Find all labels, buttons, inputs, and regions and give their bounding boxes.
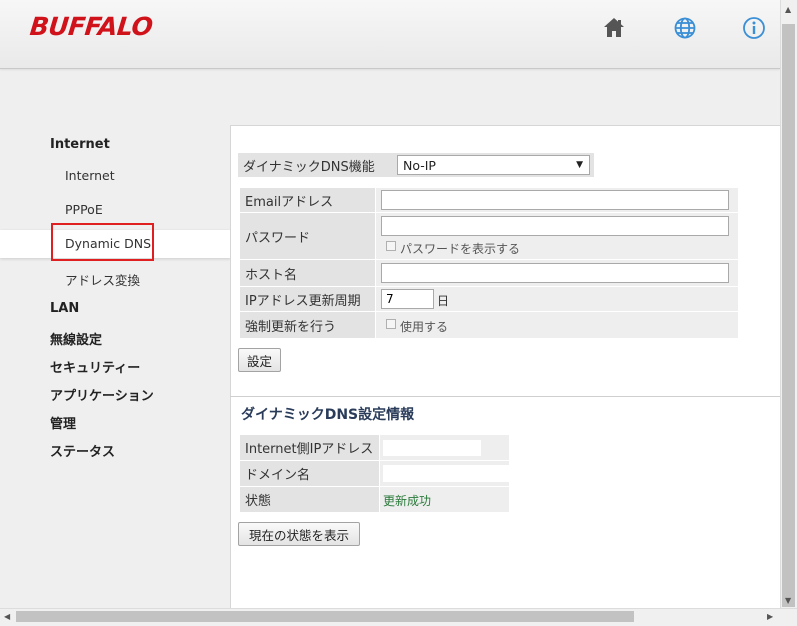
scroll-right-arrow-icon[interactable]: ▶ [767, 612, 773, 621]
password-label-cell: パスワード [240, 213, 375, 259]
nav-item-internet[interactable]: Internet [65, 168, 115, 183]
top-header: BUFFALO [0, 0, 780, 69]
scroll-left-arrow-icon[interactable]: ◀ [4, 612, 10, 621]
settings-submit-button[interactable]: 設定 [238, 348, 281, 372]
vertical-scroll-thumb[interactable] [782, 24, 795, 607]
nav-item-pppoe[interactable]: PPPoE [65, 202, 103, 217]
ddns-provider-select[interactable]: No-IP ▼ [397, 155, 590, 175]
force-update-use-label: 使用する [400, 320, 449, 334]
domain-label: ドメイン名 [245, 468, 311, 483]
host-label: ホスト名 [245, 267, 298, 283]
scroll-up-arrow-icon[interactable]: ▲ [785, 5, 791, 14]
status-label-cell: 状態 [240, 487, 379, 512]
ddns-function-label: ダイナミックDNS機能 [243, 159, 375, 175]
force-update-label: 強制更新を行う [245, 319, 337, 335]
interval-unit: 日 [437, 294, 450, 308]
password-label: パスワード [245, 230, 311, 246]
domain-value [383, 465, 509, 482]
force-update-label-cell: 強制更新を行う [240, 312, 375, 338]
nav-group-security[interactable]: セキュリティー [50, 357, 140, 376]
home-icon[interactable] [601, 15, 627, 41]
nav-highlight-frame [51, 223, 154, 261]
nav-group-applications[interactable]: アプリケーション [50, 385, 154, 404]
show-password-checkbox[interactable] [386, 241, 396, 251]
update-interval-field[interactable] [381, 289, 434, 309]
force-update-checkbox[interactable] [386, 319, 396, 329]
password-field[interactable] [381, 216, 729, 236]
wan-ip-label: Internet側IPアドレス [245, 442, 374, 457]
email-field[interactable] [381, 190, 729, 210]
globe-icon[interactable] [672, 15, 698, 41]
show-current-status-button[interactable]: 現在の状態を表示 [238, 522, 360, 546]
domain-label-cell: ドメイン名 [240, 461, 379, 486]
nav-group-lan[interactable]: LAN [50, 301, 79, 316]
interval-label-cell: IPアドレス更新周期 [240, 287, 375, 311]
nav-group-internet[interactable]: Internet [50, 137, 110, 152]
buffalo-logo: BUFFALO [28, 12, 154, 41]
nav-item-address-translation[interactable]: アドレス変換 [65, 270, 140, 289]
status-value: 更新成功 [383, 494, 432, 508]
nav-group-wireless[interactable]: 無線設定 [50, 329, 102, 348]
wan-ip-value [383, 440, 481, 456]
section-divider [230, 396, 780, 397]
status-label: 状態 [245, 494, 272, 509]
ddns-info-title: ダイナミックDNS設定情報 [241, 407, 415, 423]
email-label: Emailアドレス [245, 194, 334, 210]
wan-ip-label-cell: Internet側IPアドレス [240, 435, 379, 460]
nav-group-status[interactable]: ステータス [50, 441, 115, 460]
nav-group-admin[interactable]: 管理 [50, 413, 76, 432]
host-label-cell: ホスト名 [240, 260, 375, 286]
horizontal-scroll-thumb[interactable] [16, 611, 634, 622]
show-password-label: パスワードを表示する [400, 242, 521, 256]
dropdown-arrow-icon: ▼ [576, 160, 583, 170]
host-name-field[interactable] [381, 263, 729, 283]
info-icon[interactable] [741, 15, 767, 41]
interval-label: IPアドレス更新周期 [245, 293, 361, 309]
scroll-down-arrow-icon[interactable]: ▼ [785, 596, 791, 605]
ddns-provider-value: No-IP [403, 157, 436, 173]
email-label-cell: Emailアドレス [240, 188, 375, 212]
